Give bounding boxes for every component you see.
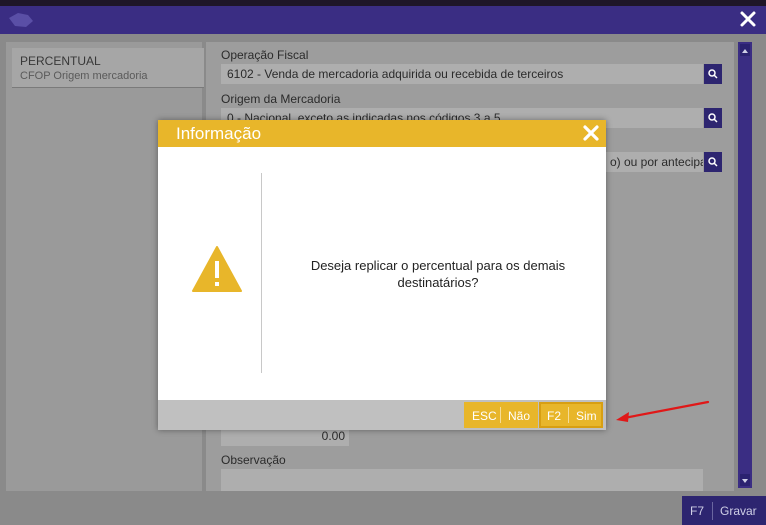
third-field[interactable]: o) ou por antecipac [604,152,703,172]
dialog-divider [261,173,262,373]
no-shortcut-key: ESC [472,409,497,423]
info-dialog: Informação Deseja replicar o percentual … [158,120,606,430]
no-button[interactable]: ESC Não [464,402,538,428]
scroll-up-icon[interactable] [740,44,750,56]
yes-shortcut-key: F2 [547,409,562,423]
third-search-button[interactable] [704,152,722,172]
dialog-body: Deseja replicar o percentual para os dem… [158,147,606,400]
dialog-title: Informação [176,124,262,143]
yes-button-divider [568,407,569,423]
dialog-footer: ESC Não F2 Sim [158,400,606,430]
title-bar [0,6,766,34]
app-logo-icon [6,10,36,30]
origem-search-button[interactable] [704,108,722,128]
window-close-icon[interactable] [738,9,758,29]
annotation-arrow-icon [612,398,716,424]
save-button-divider [712,502,713,520]
warning-icon [191,245,243,293]
no-button-divider [500,407,501,423]
operacao-fiscal-field[interactable]: 6102 - Venda de mercadoria adquirida ou … [221,64,703,84]
scroll-down-icon[interactable] [740,474,750,486]
observacao-label: Observação [221,453,286,467]
sidebar-item-title: PERCENTUAL [20,54,101,68]
no-button-label: Não [508,409,531,423]
operacao-fiscal-search-button[interactable] [704,64,722,84]
yes-button-label: Sim [576,409,597,423]
dialog-message: Deseja replicar o percentual para os dem… [310,258,566,290]
vertical-scrollbar[interactable] [738,42,752,488]
dialog-header: Informação [158,120,606,147]
save-button[interactable]: F7 Gravar [682,496,766,525]
bottom-bar: F7 Gravar [0,496,766,525]
sidebar-item-subtitle: CFOP Origem mercadoria [20,70,148,82]
save-button-label: Gravar [720,504,757,518]
search-icon [708,157,718,167]
operacao-fiscal-label: Operação Fiscal [221,48,309,62]
save-shortcut-key: F7 [690,504,705,518]
sidebar-item-percentual[interactable]: PERCENTUAL CFOP Origem mercadoria [12,48,204,88]
origem-label: Origem da Mercadoria [221,92,341,106]
search-icon [708,113,718,123]
observacao-field[interactable] [221,469,703,491]
search-icon [708,69,718,79]
dialog-close-icon[interactable] [582,124,600,142]
yes-button[interactable]: F2 Sim [539,402,603,428]
